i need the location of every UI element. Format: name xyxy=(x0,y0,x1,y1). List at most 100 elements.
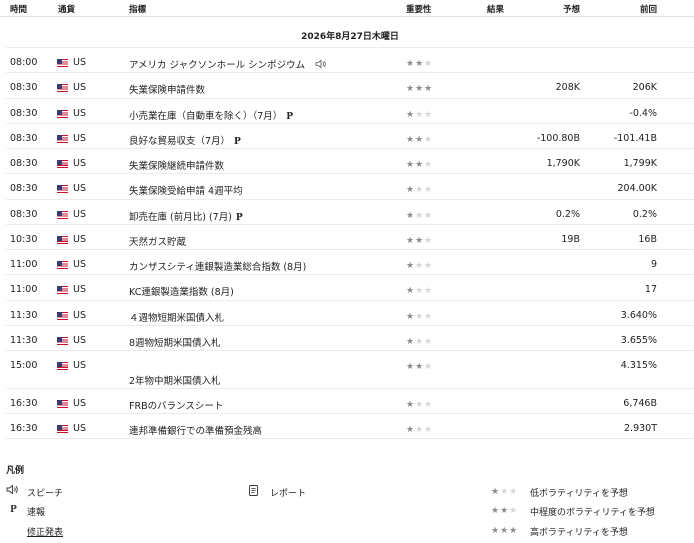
event-name[interactable]: 卸売在庫 (前月比) (7月) xyxy=(129,212,232,223)
event-name-cell[interactable]: アメリカ ジャクソンホール シンポジウム xyxy=(129,57,327,71)
event-row[interactable]: 11:30 US ４週物短期米国債入札 ★★★ 3.640% xyxy=(6,301,694,326)
event-time: 08:30 xyxy=(10,108,38,119)
event-name[interactable]: FRBのバランスシート xyxy=(129,401,223,412)
event-row[interactable]: 16:30 US 連邦準備銀行での準備預金残高 ★★★ 2.930T xyxy=(6,414,694,439)
event-name-cell[interactable]: 良好な貿易収支（7月） P xyxy=(129,133,241,147)
event-name[interactable]: 失業保険受給申請 4週平均 xyxy=(129,186,243,197)
event-forecast: 208K xyxy=(555,82,580,93)
event-currency: US xyxy=(73,234,86,245)
event-name[interactable]: 小売業在庫（自動車を除く）（7月） xyxy=(129,111,282,122)
legend-preliminary: 速報 xyxy=(27,508,46,518)
event-row[interactable]: 08:30 US 小売業在庫（自動車を除く）（7月） P ★★★ -0.4% xyxy=(6,99,694,124)
legend-low: 低ボラティリティを予想 xyxy=(530,489,628,499)
event-row[interactable]: 10:30 US 天然ガス貯蔵 ★★★ 19B 16B xyxy=(6,225,694,250)
event-row[interactable]: 08:30 US 失業保険申請件数 ★★★ 208K 206K xyxy=(6,73,694,99)
importance-stars: ★★★ xyxy=(406,260,433,271)
event-name-cell[interactable]: 2年物中期米国債入札 xyxy=(129,373,221,387)
star-filled-icon: ★ xyxy=(415,160,424,170)
importance-stars: ★★★ xyxy=(406,285,433,296)
star-empty-icon: ★ xyxy=(415,211,424,221)
event-name-cell[interactable]: カンザスシティ連銀製造業総合指数 (8月) xyxy=(129,259,306,273)
event-name[interactable]: アメリカ ジャクソンホール シンポジウム xyxy=(129,60,305,71)
event-name[interactable]: 失業保険申請件数 xyxy=(129,85,205,96)
event-row[interactable]: 08:30 US 卸売在庫 (前月比) (7月) P ★★★ 0.2% 0.2% xyxy=(6,200,694,225)
legend-medium-stars: ★★★ xyxy=(491,505,518,516)
us-flag-icon xyxy=(57,362,68,370)
event-name[interactable]: KC連銀製造業指数 (8月) xyxy=(129,287,234,298)
importance-stars: ★★★ xyxy=(406,134,433,145)
flag-cell xyxy=(57,425,68,433)
event-name-cell[interactable]: 失業保険受給申請 4週平均 xyxy=(129,183,243,197)
event-name[interactable]: 良好な貿易収支（7月） xyxy=(129,136,230,147)
event-name-cell[interactable]: FRBのバランスシート xyxy=(129,398,223,412)
event-name-cell[interactable]: KC連銀製造業指数 (8月) xyxy=(129,284,234,298)
event-row[interactable]: 08:30 US 失業保険受給申請 4週平均 ★★★ 204.00K xyxy=(6,174,694,200)
event-name-cell[interactable]: 連邦準備銀行での準備預金残高 xyxy=(129,423,262,437)
us-flag-icon xyxy=(57,84,68,92)
star-empty-icon: ★ xyxy=(424,59,433,69)
legend-speech: スピーチ xyxy=(27,489,64,499)
event-name-cell[interactable]: 小売業在庫（自動車を除く）（7月） P xyxy=(129,108,293,122)
event-name[interactable]: ４週物短期米国債入札 xyxy=(129,313,224,324)
date-label: 2026年8月27日木曜日 xyxy=(301,32,399,42)
star-empty-icon: ★ xyxy=(415,110,424,120)
us-flag-icon xyxy=(57,425,68,433)
event-name[interactable]: 失業保険継続申請件数 xyxy=(129,161,224,172)
star-filled-icon: ★ xyxy=(491,487,500,497)
event-name-cell[interactable]: 卸売在庫 (前月比) (7月) P xyxy=(129,209,243,223)
star-empty-icon: ★ xyxy=(424,261,433,271)
event-time: 08:30 xyxy=(10,133,38,144)
us-flag-icon xyxy=(57,400,68,408)
importance-stars: ★★★ xyxy=(406,235,433,246)
legend-title: 凡例 xyxy=(6,466,25,476)
header-previous: 前回 xyxy=(640,5,658,15)
event-row[interactable]: 11:00 US カンザスシティ連銀製造業総合指数 (8月) ★★★ 9 xyxy=(6,250,694,275)
importance-stars: ★★★ xyxy=(406,361,433,372)
event-row[interactable]: 08:00 US アメリカ ジャクソンホール シンポジウム ★★★ xyxy=(6,48,694,73)
us-flag-icon xyxy=(57,59,68,67)
flag-cell xyxy=(57,236,68,244)
event-currency: US xyxy=(73,284,86,295)
event-name[interactable]: 天然ガス貯蔵 xyxy=(129,237,186,248)
event-name-cell[interactable]: 失業保険申請件数 xyxy=(129,82,205,96)
header-indicator: 指標 xyxy=(129,5,147,15)
star-empty-icon: ★ xyxy=(415,286,424,296)
event-row[interactable]: 11:00 US KC連銀製造業指数 (8月) ★★★ 17 xyxy=(6,275,694,301)
event-name[interactable]: 8週物短期米国債入札 xyxy=(129,338,221,349)
flag-cell xyxy=(57,261,68,269)
star-filled-icon: ★ xyxy=(406,337,415,347)
event-previous: 2.930T xyxy=(624,423,657,434)
event-row[interactable]: 08:30 US 失業保険継続申請件数 ★★★ 1,790K 1,799K xyxy=(6,149,694,174)
event-time: 15:00 xyxy=(10,360,38,371)
importance-stars: ★★★ xyxy=(406,424,433,435)
event-row[interactable]: 16:30 US FRBのバランスシート ★★★ 6,746B xyxy=(6,389,694,414)
star-empty-icon: ★ xyxy=(509,487,518,497)
event-name-cell[interactable]: 失業保険継続申請件数 xyxy=(129,158,224,172)
event-name[interactable]: 2年物中期米国債入札 xyxy=(129,376,221,387)
event-currency: US xyxy=(73,158,86,169)
speaker-icon xyxy=(315,59,327,71)
event-time: 08:30 xyxy=(10,158,38,169)
event-previous: 4.315% xyxy=(620,360,657,371)
star-filled-icon: ★ xyxy=(500,526,509,536)
event-name-cell[interactable]: 8週物短期米国債入札 xyxy=(129,335,221,349)
event-row[interactable]: 15:00 US 2年物中期米国債入札 ★★★ 4.315% xyxy=(6,351,694,389)
event-currency: US xyxy=(73,259,86,270)
star-filled-icon: ★ xyxy=(406,59,415,69)
star-empty-icon: ★ xyxy=(415,185,424,195)
star-empty-icon: ★ xyxy=(509,506,518,516)
star-filled-icon: ★ xyxy=(406,185,415,195)
legend-revised-link[interactable]: 修正発表 xyxy=(27,525,63,538)
event-previous: 0.2% xyxy=(632,209,657,220)
header-importance: 重要性 xyxy=(406,5,432,15)
flag-cell xyxy=(57,362,68,370)
event-name-cell[interactable]: ４週物短期米国債入札 xyxy=(129,310,224,324)
star-filled-icon: ★ xyxy=(424,84,433,94)
event-row[interactable]: 11:30 US 8週物短期米国債入札 ★★★ 3.655% xyxy=(6,326,694,351)
event-name[interactable]: 連邦準備銀行での準備預金残高 xyxy=(129,426,262,437)
event-name[interactable]: カンザスシティ連銀製造業総合指数 (8月) xyxy=(129,262,306,273)
flag-cell xyxy=(57,135,68,143)
event-row[interactable]: 08:30 US 良好な貿易収支（7月） P ★★★ -100.80B -101.41B xyxy=(6,124,694,149)
star-filled-icon: ★ xyxy=(406,211,415,221)
event-name-cell[interactable]: 天然ガス貯蔵 xyxy=(129,234,186,248)
